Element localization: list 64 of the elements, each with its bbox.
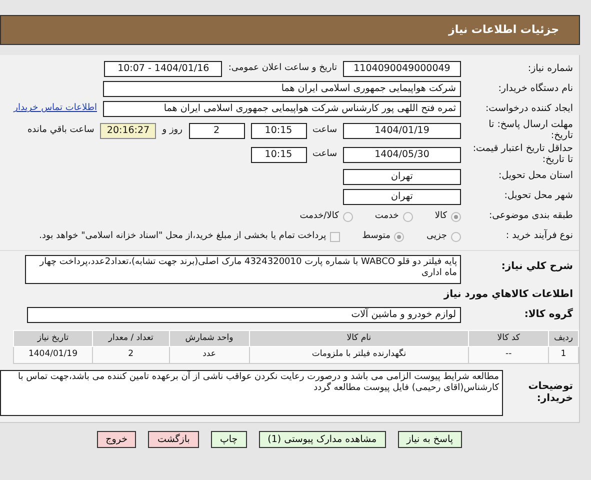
goods-group-field[interactable]: لوازم خودرو و ماشین آلات bbox=[27, 306, 461, 323]
description-box[interactable]: پایه فیلتر دو قلو WABCO با شماره پارت 4324320010 مارک اصلی(برند جهت تشابه)،تعداد2عدد،پرداخت چهار ماه اداری bbox=[25, 254, 461, 284]
page-title: جزئیات اطلاعات نیاز bbox=[448, 22, 559, 38]
radio-button[interactable] bbox=[451, 232, 461, 242]
input-field[interactable]: 1104090049000049 bbox=[343, 61, 461, 77]
field-label: مهلت ارسال پاسخ: تا تاریخ: bbox=[488, 120, 574, 142]
radio-label: متوسط bbox=[362, 230, 390, 243]
table-cell: -- bbox=[468, 346, 549, 364]
column-header: نام کالا bbox=[249, 330, 469, 346]
table-cell: 2 bbox=[92, 346, 170, 364]
input-field[interactable]: تهران bbox=[343, 188, 461, 205]
checkbox[interactable] bbox=[330, 232, 340, 242]
column-header: تعداد / معدار bbox=[92, 330, 170, 346]
contact-link[interactable]: اطلاعات تماس خریدار bbox=[14, 102, 97, 116]
field-label: نام دستگاه خریدار: bbox=[497, 84, 574, 94]
input-field[interactable]: تهران bbox=[343, 168, 461, 185]
radio-label: خدمت bbox=[374, 210, 399, 223]
field-label: ساعت باقي مانده bbox=[27, 124, 94, 138]
countdown-field: 20:16:27 bbox=[100, 122, 156, 139]
field-label: ساعت bbox=[312, 148, 337, 162]
action-button[interactable]: بازگشت bbox=[148, 430, 199, 448]
input-field[interactable]: 1404/05/30 bbox=[343, 146, 461, 163]
radio-label: کالا/خدمت bbox=[300, 210, 339, 223]
action-button[interactable]: چاپ bbox=[210, 430, 247, 448]
column-header: واحد شمارش bbox=[169, 330, 250, 346]
field-label: تاریخ و ساعت اعلان عمومی: bbox=[228, 62, 337, 76]
table-cell: نگهدارنده فیلتر با ملزومات bbox=[249, 346, 469, 364]
table-cell: 1404/01/19 bbox=[14, 346, 92, 364]
radio-button[interactable] bbox=[394, 232, 404, 242]
field-label: حداقل تاریخ اعتبار قیمت: تا تاریخ: bbox=[472, 144, 574, 166]
field-label: شماره نیاز: bbox=[526, 64, 574, 74]
column-header: کد کالا bbox=[468, 330, 549, 346]
column-header: ردیف bbox=[548, 330, 578, 346]
radio-button[interactable] bbox=[342, 212, 353, 222]
input-field[interactable]: ثمره فتح اللهی پور کارشناس شرکت هواپیمایی جمهوری اسلامی ایران هما bbox=[103, 101, 461, 117]
field-label: روز و bbox=[162, 124, 182, 138]
field-label: شرح کلي نیاز: bbox=[500, 260, 574, 272]
input-field[interactable]: شرکت هواپیمایی جمهوری اسلامی ایران هما bbox=[103, 81, 461, 97]
radio-button[interactable] bbox=[402, 212, 413, 222]
field-label: توضیحات خریدار: bbox=[527, 381, 574, 404]
field-label: استان محل تحویل: bbox=[497, 171, 574, 182]
notes-box[interactable]: مطالعه شرایط پیوست الزامی می باشد و درصورت رعایت نکردن عواقب ناشی از آن برعهده تامین کننده می باشد،جهت تماس با کارشناس(اقای رحیمی) فایل پیوست مطالعه گردد bbox=[0, 370, 503, 416]
field-label: نوع فرآیند خرید : bbox=[504, 231, 574, 242]
action-button[interactable]: مشاهده مدارک پیوستی (1) bbox=[258, 430, 386, 448]
column-header: تاریخ نیاز bbox=[14, 330, 92, 346]
table-cell: عدد bbox=[169, 346, 250, 364]
action-button[interactable]: پاسخ به نیاز bbox=[398, 430, 462, 448]
field-label: ایجاد کننده درخواست: bbox=[484, 104, 574, 114]
radio-button[interactable] bbox=[451, 212, 461, 222]
checkbox-label: پرداخت تمام یا بخشی از مبلغ خرید،از محل "اسناد خزانه اسلامی" خواهد بود. bbox=[39, 230, 326, 243]
input-field[interactable]: 1404/01/19 bbox=[343, 122, 461, 139]
input-field[interactable]: 10:15 bbox=[250, 122, 306, 139]
table-cell: 1 bbox=[548, 346, 578, 364]
field-label: طبقه بندی موضوعی: bbox=[488, 211, 574, 222]
field-label: شهر محل تحویل: bbox=[503, 191, 574, 202]
input-field[interactable]: 2 bbox=[188, 122, 244, 139]
input-field[interactable]: 1404/01/16 - 10:07 bbox=[104, 61, 222, 77]
field-label: گروه کالا: bbox=[523, 308, 574, 320]
radio-label: کالا bbox=[434, 210, 447, 223]
action-button[interactable]: خروج bbox=[96, 430, 136, 448]
field-label: ساعت bbox=[312, 124, 337, 138]
section-title: اطلاعات کالاهاي مورد نیاز bbox=[444, 288, 574, 302]
radio-label: جزیی bbox=[426, 230, 447, 243]
input-field[interactable]: 10:15 bbox=[250, 146, 306, 163]
